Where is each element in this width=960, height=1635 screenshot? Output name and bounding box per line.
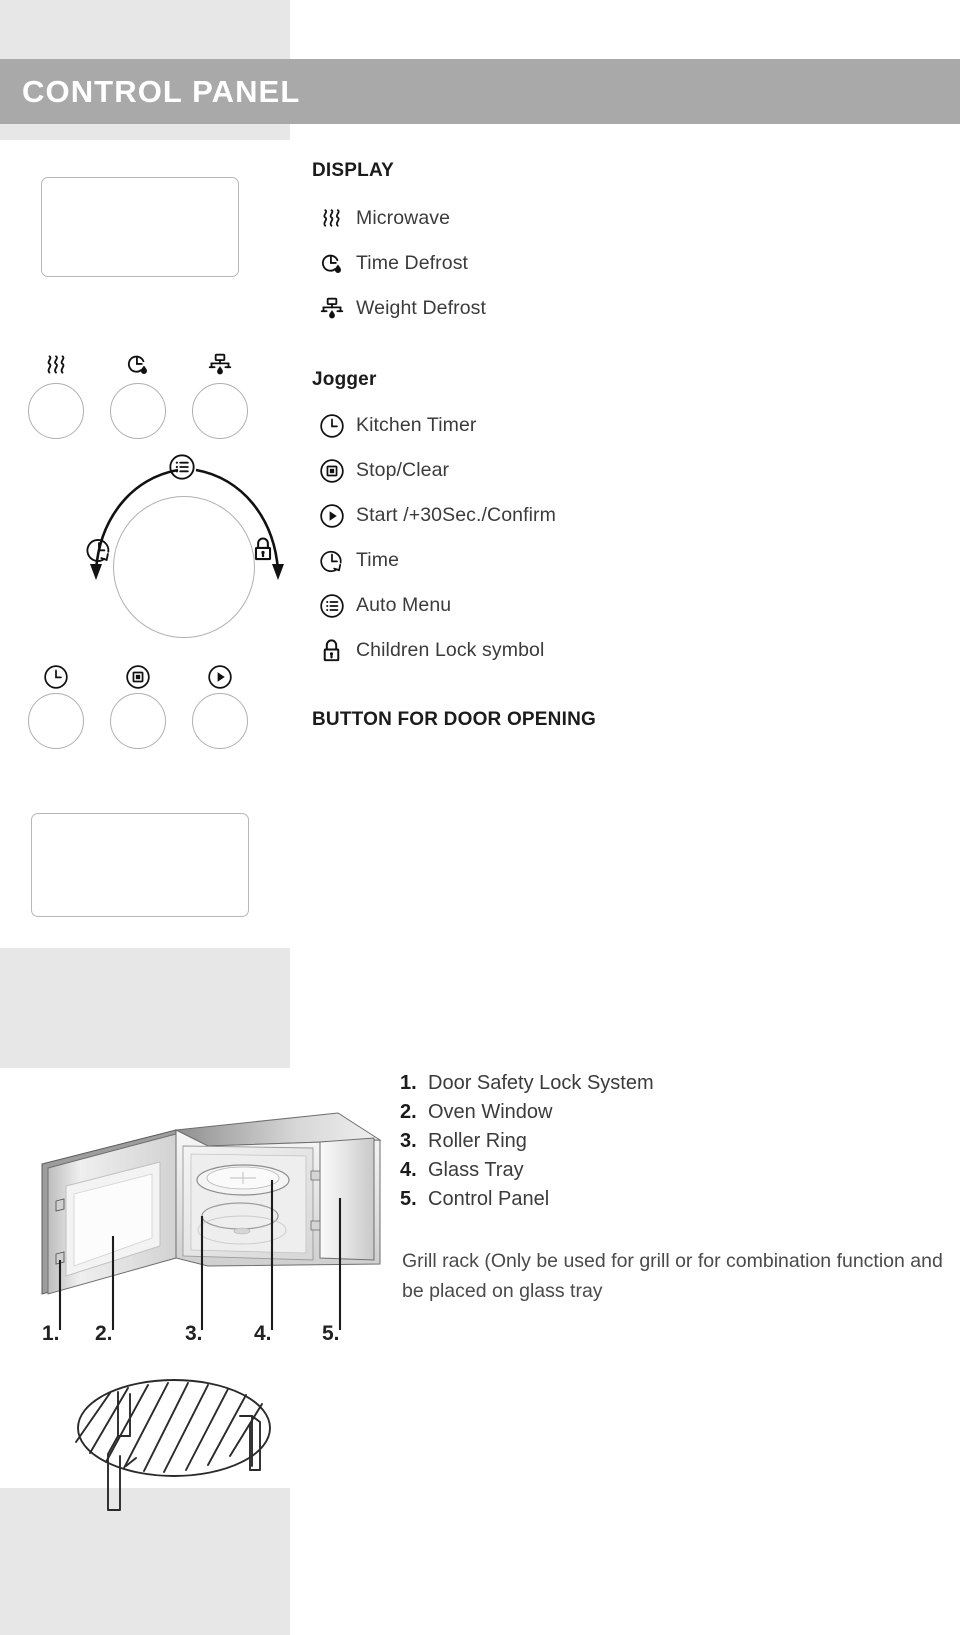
legend-row-stop-clear: Stop/Clear (312, 448, 942, 493)
display-section-heading: DISPLAY (312, 160, 395, 181)
part-label: Glass Tray (428, 1159, 524, 1181)
leader-number: 3. (185, 1322, 203, 1345)
microwave-button-knob[interactable] (28, 383, 84, 439)
part-label: Roller Ring (428, 1130, 527, 1152)
time-clock-arrow-icon (85, 536, 111, 562)
legend-row-auto-menu: Auto Menu (312, 583, 942, 628)
start-button-knob[interactable] (192, 693, 248, 749)
background-band-middle (0, 948, 290, 1068)
start-play-icon (312, 503, 356, 529)
part-label: Control Panel (428, 1188, 550, 1210)
microwave-waves-icon (312, 206, 356, 231)
control-panel-illustration (0, 140, 290, 948)
display-screen-outline (41, 177, 239, 277)
part-label: Oven Window (428, 1101, 553, 1123)
clock-droplet-icon (312, 251, 356, 277)
page-title-bar: CONTROL PANEL (0, 59, 960, 124)
leader-number: 4. (254, 1322, 272, 1345)
parts-list: 1. Door Safety Lock System 2. Oven Windo… (400, 1072, 940, 1217)
list-item: 5. Control Panel (400, 1188, 940, 1217)
legend-row-weight-defrost: Weight Defrost (312, 286, 942, 331)
part-label: Door Safety Lock System (428, 1072, 654, 1094)
stop-clear-button-knob[interactable] (110, 693, 166, 749)
list-item: 3. Roller Ring (400, 1130, 940, 1159)
part-number: 5. (400, 1188, 417, 1210)
time-defrost-button-knob[interactable] (110, 383, 166, 439)
legend-row-kitchen-timer: Kitchen Timer (312, 403, 942, 448)
legend-label: Children Lock symbol (356, 639, 545, 661)
clock-droplet-icon (123, 350, 153, 380)
grill-rack-illustration (75, 1379, 271, 1511)
list-item: 2. Oven Window (400, 1101, 940, 1130)
leader-number-labels: 1. 2. 3. 4. 5. (0, 1322, 380, 1362)
door-open-button-panel-outline (31, 813, 249, 917)
jogger-section-heading: Jogger (312, 369, 377, 390)
auto-menu-list-icon (312, 593, 356, 619)
legend-row-children-lock: Children Lock symbol (312, 628, 942, 673)
legend-row-time-defrost: Time Defrost (312, 241, 942, 286)
door-opening-section-heading: BUTTON FOR DOOR OPENING (312, 709, 596, 730)
kitchen-timer-button-knob[interactable] (28, 693, 84, 749)
legend-label: Auto Menu (356, 594, 452, 616)
leader-number: 1. (42, 1322, 60, 1345)
start-play-icon (205, 662, 235, 692)
legend-label: Stop/Clear (356, 459, 450, 481)
kitchen-timer-icon (312, 413, 356, 439)
page-root: CONTROL PANEL DISPLAY Microwave Time Def… (0, 0, 960, 1635)
legend-label: Time Defrost (356, 252, 469, 274)
list-item: 1. Door Safety Lock System (400, 1072, 940, 1101)
part-number: 4. (400, 1159, 417, 1181)
part-number: 2. (400, 1101, 417, 1123)
stop-clear-icon (312, 458, 356, 484)
legend-label: Time (356, 549, 400, 571)
leader-number: 5. (322, 1322, 340, 1345)
legend-label: Microwave (356, 207, 451, 229)
weight-droplet-icon (205, 350, 235, 380)
legend-row-time: Time (312, 538, 942, 583)
legend-row-microwave: Microwave (312, 196, 942, 241)
part-number: 1. (400, 1072, 417, 1094)
stop-clear-icon (123, 662, 153, 692)
weight-droplet-icon (312, 296, 356, 322)
auto-menu-list-icon (168, 453, 195, 480)
leader-number: 2. (95, 1322, 113, 1345)
children-lock-padlock-icon (250, 536, 276, 562)
part-number: 3. (400, 1130, 417, 1152)
legend-label: Weight Defrost (356, 297, 487, 319)
grill-rack-note: Grill rack (Only be used for grill or fo… (402, 1250, 943, 1302)
legend-label: Start /+30Sec./Confirm (356, 504, 556, 526)
legend-label: Kitchen Timer (356, 414, 477, 436)
weight-defrost-button-knob[interactable] (192, 383, 248, 439)
time-clock-arrow-icon (312, 548, 356, 574)
page-title: CONTROL PANEL (22, 73, 301, 109)
legend-content: DISPLAY Microwave Time Defrost Weight De… (312, 160, 942, 731)
list-item: 4. Glass Tray (400, 1159, 940, 1188)
legend-row-start-confirm: Start /+30Sec./Confirm (312, 493, 942, 538)
kitchen-timer-icon (41, 662, 71, 692)
microwave-waves-icon (41, 350, 71, 380)
children-lock-padlock-icon (312, 638, 356, 663)
